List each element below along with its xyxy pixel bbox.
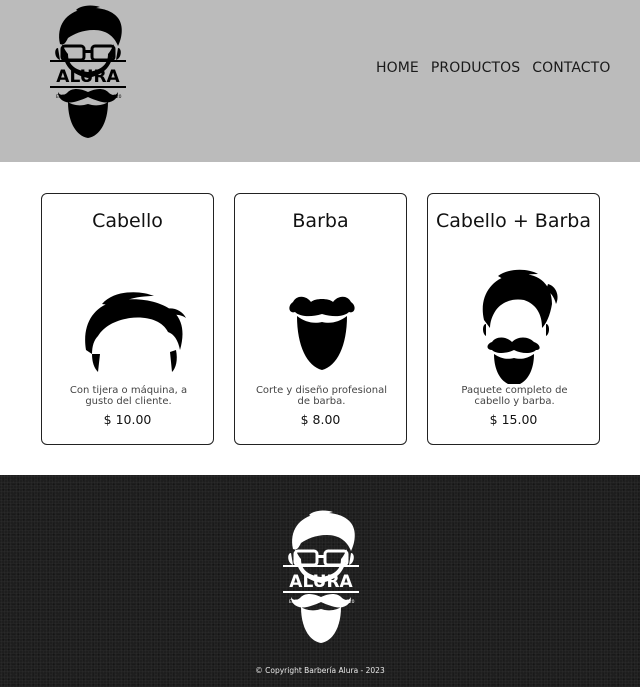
alura-logo[interactable]: ALURA ESTD 2020 [46, 4, 130, 142]
nav-link-home[interactable]: HOME [376, 60, 419, 76]
product-image [428, 254, 599, 386]
product-image [42, 254, 213, 384]
product-card-cabello[interactable]: Cabello Con tijera o máquina, a gusto de… [41, 193, 214, 445]
nav-link-productos[interactable]: PRODUCTOS [431, 60, 520, 76]
logo-year-label: 2020 [343, 599, 355, 605]
main-nav: HOME PRODUCTOS CONTACTO [376, 60, 610, 76]
product-description: Paquete completo de cabello y barba. [461, 385, 568, 407]
logo-wordmark: ALURA [56, 67, 120, 87]
product-price: $ 10.00 [103, 412, 152, 427]
logo-wordmark: ALURA [289, 572, 353, 592]
product-card-barba[interactable]: Barba Corte y diseño profesional de barb… [234, 193, 407, 445]
barber-logo-icon: ALURA ESTD 2020 [283, 510, 359, 643]
nav-link-contacto[interactable]: CONTACTO [532, 60, 610, 76]
product-description: Corte y diseño profesional de barba. [255, 385, 388, 407]
product-card-combo[interactable]: Cabello + Barba Paquete completo de cabe… [427, 193, 600, 445]
product-title: Cabello [92, 210, 163, 232]
barber-logo-icon: ALURA ESTD 2020 [50, 5, 126, 138]
products-section: Cabello Con tijera o máquina, a gusto de… [0, 162, 640, 475]
site-header: ALURA ESTD 2020 HOME PRODUCTOS CONTACTO [0, 0, 640, 162]
product-price: $ 15.00 [489, 412, 538, 427]
copyright-text: © Copyright Barbería Alura - 2023 [255, 666, 385, 675]
logo-estd-label: ESTD [289, 599, 301, 605]
logo-estd-label: ESTD [56, 94, 68, 100]
product-title: Barba [292, 210, 349, 232]
product-description: Con tijera o máquina, a gusto del client… [69, 385, 188, 407]
site-footer: ALURA ESTD 2020 © Copyright Barbería Alu… [0, 475, 640, 687]
alura-logo-footer[interactable]: ALURA ESTD 2020 [279, 509, 363, 647]
product-title: Cabello + Barba [435, 210, 592, 232]
logo-year-label: 2020 [110, 94, 122, 100]
product-image [235, 254, 406, 384]
beard-icon [289, 296, 355, 370]
haircut-icon [85, 292, 186, 372]
product-price: $ 8.00 [300, 412, 341, 427]
hair-and-beard-icon [482, 269, 558, 386]
